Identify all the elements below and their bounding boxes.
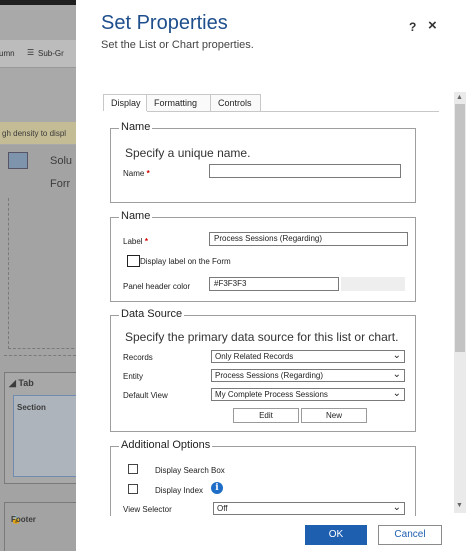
chevron-down-icon: ⌄ [392,350,401,361]
data-source-legend: Data Source [119,308,185,320]
tab-collapse-icon: ◢ [9,378,19,388]
entity-select-value: Process Sessions (Regarding) [215,371,324,380]
name-group-description: Specify a unique name. [125,146,251,160]
display-search-box-checkbox[interactable] [128,464,138,474]
form-editor-toolbar: umn ☰ Sub-Gr [0,40,76,68]
view-selector-value: Off [217,504,228,513]
set-properties-dialog: Set Properties Set the List or Chart pro… [76,0,467,551]
label-label-text: Label [123,237,143,246]
required-mark: * [146,169,150,178]
cancel-button[interactable]: Cancel [378,525,442,545]
panel-header-color-input[interactable]: #F3F3F3 [209,277,339,291]
background-app: umn ☰ Sub-Gr gh density to displ Solu Fo… [0,0,76,551]
ok-button[interactable]: OK [305,525,367,545]
dialog-footer: OK Cancel [76,517,467,551]
close-icon[interactable]: × [428,17,437,34]
entity-select[interactable]: Process Sessions (Regarding) ⌄ [211,369,405,382]
section-label: Section [17,403,46,412]
toolbar-subgrid-label: Sub-Gr [38,49,64,58]
app-top-bar [0,0,76,5]
label-group-legend: Name [119,210,153,222]
density-warning-bar: gh density to displ [0,122,76,144]
chevron-down-icon: ⌄ [392,502,401,513]
view-selector-label: View Selector [123,505,172,514]
label-field-label: Label * [123,237,148,246]
header-area [8,198,76,349]
chevron-down-icon: ⌄ [392,369,401,380]
toolbar-column-label: umn [0,49,15,58]
name-group-legend: Name [119,121,153,133]
name-group: Name Specify a unique name. Name * [110,121,416,203]
scrollbar-thumb[interactable] [455,104,465,352]
help-icon[interactable]: ? [409,20,416,34]
data-source-description: Specify the primary data source for this… [125,330,399,344]
required-mark: * [144,237,148,246]
name-label: Name * [123,169,150,178]
solution-icon [8,152,28,169]
default-view-select[interactable]: My Complete Process Sessions ⌄ [211,388,405,401]
form-label: Forr [50,178,71,190]
dialog-title: Set Properties [101,12,228,34]
name-label-text: Name [123,169,145,178]
tab-label: Tab [18,378,34,388]
color-preview [341,277,405,291]
label-group: Name Label * Process Sessions (Regarding… [110,210,416,302]
additional-options-group: Additional Options Display Search Box Di… [110,439,416,516]
footer-label: Footer [11,515,36,524]
tab-block: ◢ Tab Section [4,372,76,484]
scroll-up-icon[interactable]: ▲ [456,94,463,101]
canvas-divider [4,355,76,366]
default-view-select-value: My Complete Process Sessions [215,390,328,399]
records-select[interactable]: Only Related Records ⌄ [211,350,405,363]
records-select-value: Only Related Records [215,352,294,361]
scroll-down-icon[interactable]: ▼ [456,502,463,509]
solution-label: Solu [50,155,73,167]
label-input[interactable]: Process Sessions (Regarding) [209,232,408,246]
footer-block: 🔒 Footer [4,502,76,551]
view-selector-select[interactable]: Off ⌄ [213,502,405,515]
default-view-label: Default View [123,391,168,400]
display-index-label: Display Index [155,486,204,495]
dialog-subtitle: Set the List or Chart properties. [101,39,254,51]
info-icon[interactable]: i [211,482,223,494]
tab-display[interactable]: Display [103,94,147,111]
section-block: Section [13,395,76,477]
new-view-button[interactable]: New [301,408,367,423]
display-label-text: Display label on the Form [140,257,231,266]
tab-controls[interactable]: Controls [211,94,261,111]
display-index-checkbox[interactable] [128,484,138,494]
entity-label: Entity [123,372,144,381]
display-label-checkbox[interactable] [127,255,140,267]
additional-options-legend: Additional Options [119,439,213,451]
display-search-box-label: Display Search Box [155,466,225,475]
edit-view-button[interactable]: Edit [233,408,299,423]
properties-scroll-area: Name Specify a unique name. Name * Name … [104,112,438,516]
records-label: Records [123,353,153,362]
subgrid-icon: ☰ [27,48,35,57]
data-source-group: Data Source Specify the primary data sou… [110,308,416,432]
panel-header-color-label: Panel header color [123,282,191,291]
chevron-down-icon: ⌄ [392,388,401,399]
tab-formatting[interactable]: Formatting [147,94,211,111]
name-input[interactable] [209,164,401,178]
